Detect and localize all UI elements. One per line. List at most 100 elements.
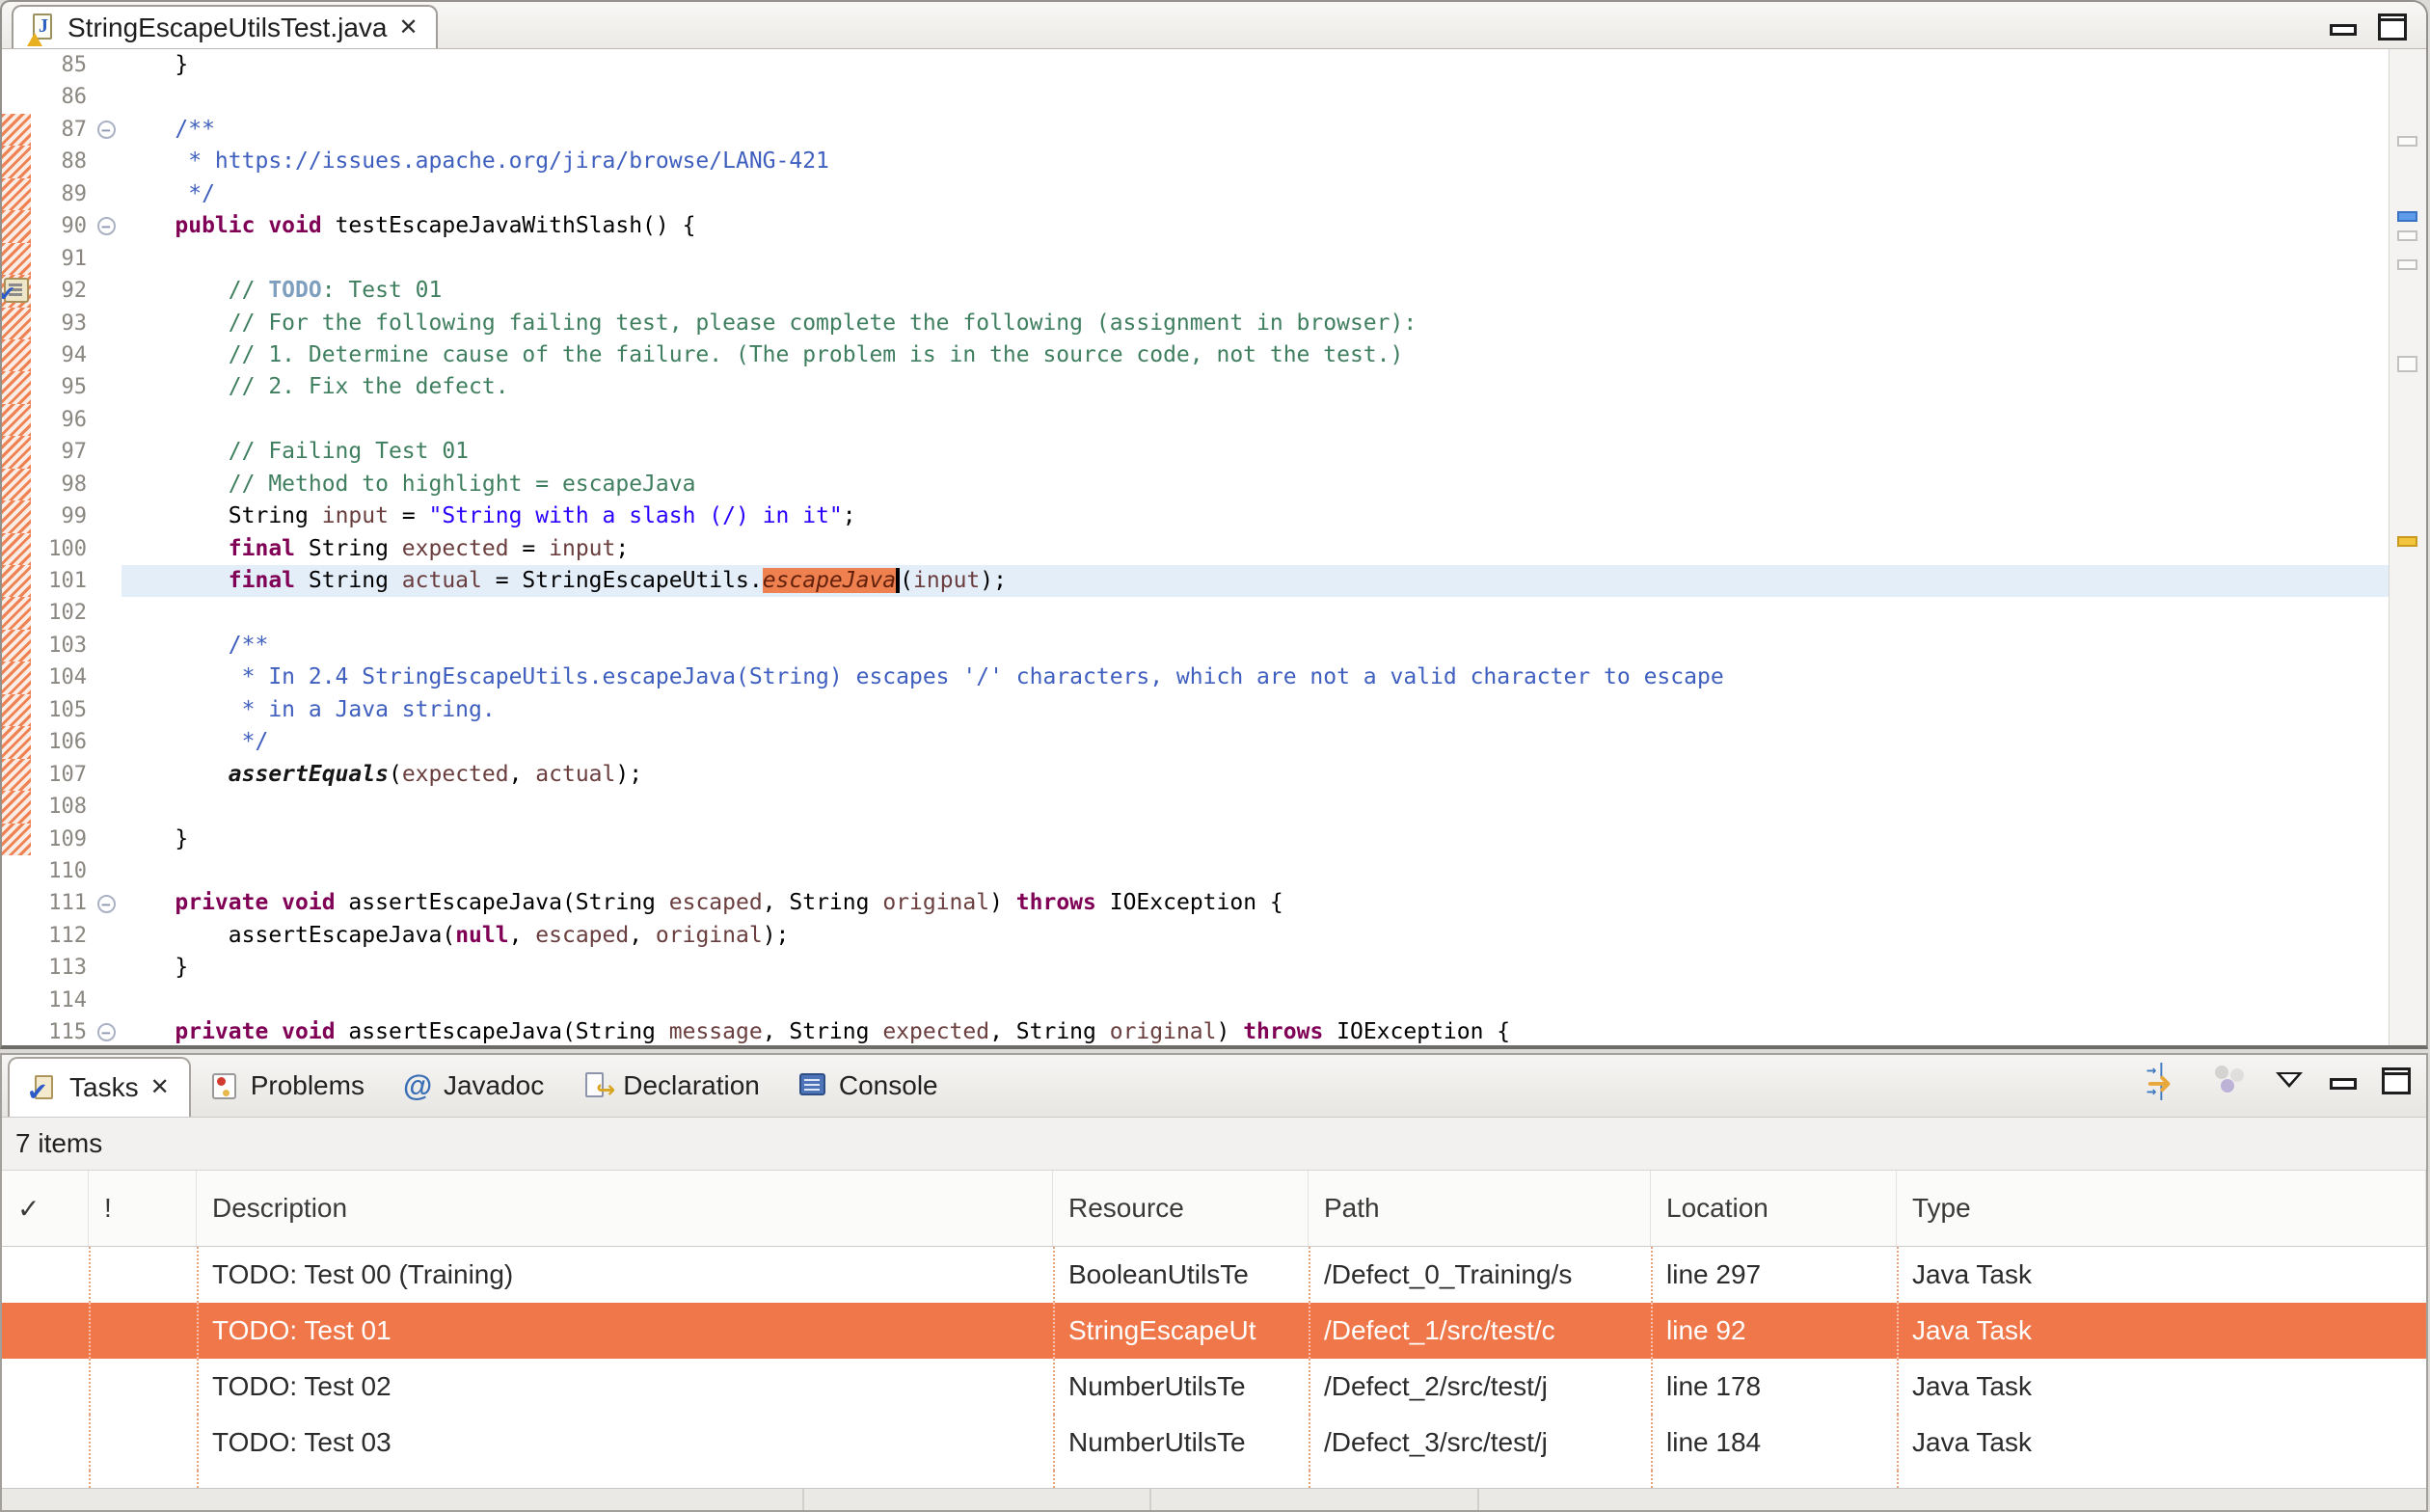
tab-javadoc[interactable]: Javadoc xyxy=(384,1055,563,1117)
code-line[interactable]: 95 // 2. Fix the defect. xyxy=(2,371,2390,404)
code-text[interactable]: final String expected = input; xyxy=(122,533,2390,565)
column-header-priority[interactable]: ! xyxy=(89,1171,197,1246)
column-header-type[interactable]: Type xyxy=(1897,1171,2426,1246)
code-text[interactable]: * In 2.4 StringEscapeUtils.escapeJava(St… xyxy=(122,662,2390,693)
table-row[interactable]: TODO: Test 03 NumberUtilsTe/Defect_3/src/… xyxy=(2,1415,2426,1471)
code-text[interactable]: * https://issues.apache.org/jira/browse/… xyxy=(122,146,2390,177)
code-text[interactable]: public void testEscapeJavaWithSlash() { xyxy=(122,210,2390,242)
code-line[interactable]: 107 assertEquals(expected, actual); xyxy=(2,758,2390,792)
table-row[interactable]: TODO: Test 01 StringEscapeUt/Defect_1/src… xyxy=(2,1303,2426,1359)
code-text[interactable]: private void assertEscapeJava(String mes… xyxy=(122,1016,2390,1045)
code-text[interactable]: // Failing Test 01 xyxy=(122,436,2390,468)
code-text[interactable]: /** xyxy=(122,114,2390,146)
code-line[interactable]: 94 // 1. Determine cause of the failure.… xyxy=(2,338,2390,372)
code-line[interactable]: 85 } xyxy=(2,49,2390,82)
code-text[interactable]: private void assertEscapeJava(String esc… xyxy=(122,887,2390,919)
close-icon[interactable]: ✕ xyxy=(150,1076,170,1099)
overview-marker-blue[interactable] xyxy=(2397,211,2417,222)
minimize-editor-icon[interactable] xyxy=(2330,24,2357,36)
close-icon[interactable]: ✕ xyxy=(398,16,418,40)
code-text[interactable] xyxy=(122,855,2390,887)
editor-body[interactable]: 85 } 86 87− /** 88 * https://issues.apache.… xyxy=(2,48,2426,1045)
code-line[interactable]: 92 // TODO: Test 01 xyxy=(2,275,2390,308)
tab-console[interactable]: Console xyxy=(779,1055,958,1117)
code-line[interactable]: 97 // Failing Test 01 xyxy=(2,436,2390,469)
fold-collapse-icon[interactable]: − xyxy=(96,217,116,236)
code-text[interactable] xyxy=(122,597,2390,629)
focus-on-task-icon[interactable]: →| →| ➜ xyxy=(2146,1061,2187,1101)
overview-marker-gray-tall[interactable] xyxy=(2397,356,2417,372)
code-line[interactable]: 108 xyxy=(2,791,2390,824)
code-line[interactable]: 106 */ xyxy=(2,726,2390,759)
overview-marker-gray[interactable] xyxy=(2397,259,2417,270)
tab-problems[interactable]: Problems xyxy=(191,1055,384,1117)
code-text[interactable] xyxy=(122,985,2390,1016)
column-header-path[interactable]: Path xyxy=(1309,1171,1651,1246)
code-text[interactable]: } xyxy=(122,49,2390,81)
table-row[interactable]: TODO: Test 00 (Training) BooleanUtilsTe/D… xyxy=(2,1247,2426,1303)
code-line[interactable]: 98 // Method to highlight = escapeJava xyxy=(2,468,2390,501)
code-line[interactable]: 86 xyxy=(2,81,2390,114)
code-text[interactable] xyxy=(122,243,2390,275)
code-text[interactable]: assertEscapeJava(null, escaped, original… xyxy=(122,920,2390,952)
tab-tasks[interactable]: Tasks ✕ xyxy=(8,1057,191,1117)
code-line[interactable]: 102 xyxy=(2,597,2390,630)
code-text[interactable]: /** xyxy=(122,630,2390,662)
column-header-resource[interactable]: Resource xyxy=(1053,1171,1309,1246)
current-line-code[interactable]: final String actual = StringEscapeUtils.… xyxy=(122,565,2390,598)
tab-declaration[interactable]: Declaration xyxy=(563,1055,779,1117)
fold-collapse-icon[interactable]: − xyxy=(96,894,116,913)
code-line[interactable]: 99 String input = "String with a slash (… xyxy=(2,500,2390,533)
code-line[interactable]: 96 xyxy=(2,403,2390,437)
code-line[interactable]: 100 final String expected = input; xyxy=(2,532,2390,565)
table-row[interactable]: TODO: Test 02 NumberUtilsTe/Defect_2/src/… xyxy=(2,1359,2426,1415)
tab-stringescapeutilstest-java[interactable]: StringEscapeUtilsTest.java ✕ xyxy=(12,5,438,49)
column-header-location[interactable]: Location xyxy=(1651,1171,1897,1246)
column-header-description[interactable]: Description xyxy=(197,1171,1053,1246)
overview-marker-yellow[interactable] xyxy=(2397,536,2417,547)
code-line[interactable]: 93 // For the following failing test, pl… xyxy=(2,307,2390,339)
code-line[interactable]: 109 } xyxy=(2,823,2390,855)
code-lines[interactable]: 85 } 86 87− /** 88 * https://issues.apache.… xyxy=(2,49,2390,1045)
horizontal-scrollbar[interactable] xyxy=(2,1488,2426,1510)
code-line[interactable]: 88 * https://issues.apache.org/jira/brow… xyxy=(2,146,2390,178)
code-line[interactable]: 111− private void assertEscapeJava(Strin… xyxy=(2,887,2390,920)
code-line[interactable]: 113 } xyxy=(2,952,2390,985)
code-line[interactable]: 90− public void testEscapeJavaWithSlash(… xyxy=(2,210,2390,243)
code-line[interactable]: 91 xyxy=(2,242,2390,276)
column-header-check[interactable]: ✓ xyxy=(2,1171,89,1246)
code-line[interactable]: 101 final String actual = StringEscapeUt… xyxy=(2,565,2390,598)
code-text[interactable] xyxy=(122,81,2390,113)
code-line[interactable]: 115− private void assertEscapeJava(Strin… xyxy=(2,1016,2390,1045)
code-text[interactable]: assertEquals(expected, actual); xyxy=(122,759,2390,791)
code-line[interactable]: 112 assertEscapeJava(null, escaped, orig… xyxy=(2,919,2390,953)
code-text[interactable]: // Method to highlight = escapeJava xyxy=(122,469,2390,500)
code-text[interactable] xyxy=(122,404,2390,436)
code-text[interactable]: } xyxy=(122,952,2390,984)
maximize-editor-icon[interactable] xyxy=(2378,14,2407,40)
fold-collapse-icon[interactable]: − xyxy=(96,1023,116,1042)
fold-collapse-icon[interactable]: − xyxy=(96,121,116,140)
code-line[interactable]: 103 /** xyxy=(2,629,2390,662)
overview-ruler[interactable] xyxy=(2389,49,2426,1045)
code-text[interactable]: */ xyxy=(122,178,2390,210)
overview-marker-gray[interactable] xyxy=(2397,230,2417,241)
code-text[interactable] xyxy=(122,791,2390,823)
code-text[interactable]: } xyxy=(122,824,2390,855)
minimize-panel-icon[interactable] xyxy=(2330,1078,2357,1090)
code-text[interactable]: // For the following failing test, pleas… xyxy=(122,308,2390,339)
overview-marker-gray[interactable] xyxy=(2397,136,2417,147)
code-text[interactable]: String input = "String with a slash (/) … xyxy=(122,500,2390,532)
code-line[interactable]: 110 xyxy=(2,854,2390,888)
code-text[interactable]: * in a Java string. xyxy=(122,694,2390,726)
filter-icon[interactable] xyxy=(2212,1063,2251,1099)
code-line[interactable]: 114 xyxy=(2,984,2390,1017)
code-text[interactable]: // 2. Fix the defect. xyxy=(122,371,2390,403)
code-text[interactable]: // 1. Determine cause of the failure. (T… xyxy=(122,339,2390,371)
code-text[interactable]: */ xyxy=(122,726,2390,758)
maximize-panel-icon[interactable] xyxy=(2382,1067,2411,1094)
code-line[interactable]: 105 * in a Java string. xyxy=(2,693,2390,727)
code-text[interactable]: // TODO: Test 01 xyxy=(122,275,2390,307)
task-marker-icon[interactable] xyxy=(2,278,29,307)
code-line[interactable]: 104 * In 2.4 StringEscapeUtils.escapeJav… xyxy=(2,662,2390,694)
